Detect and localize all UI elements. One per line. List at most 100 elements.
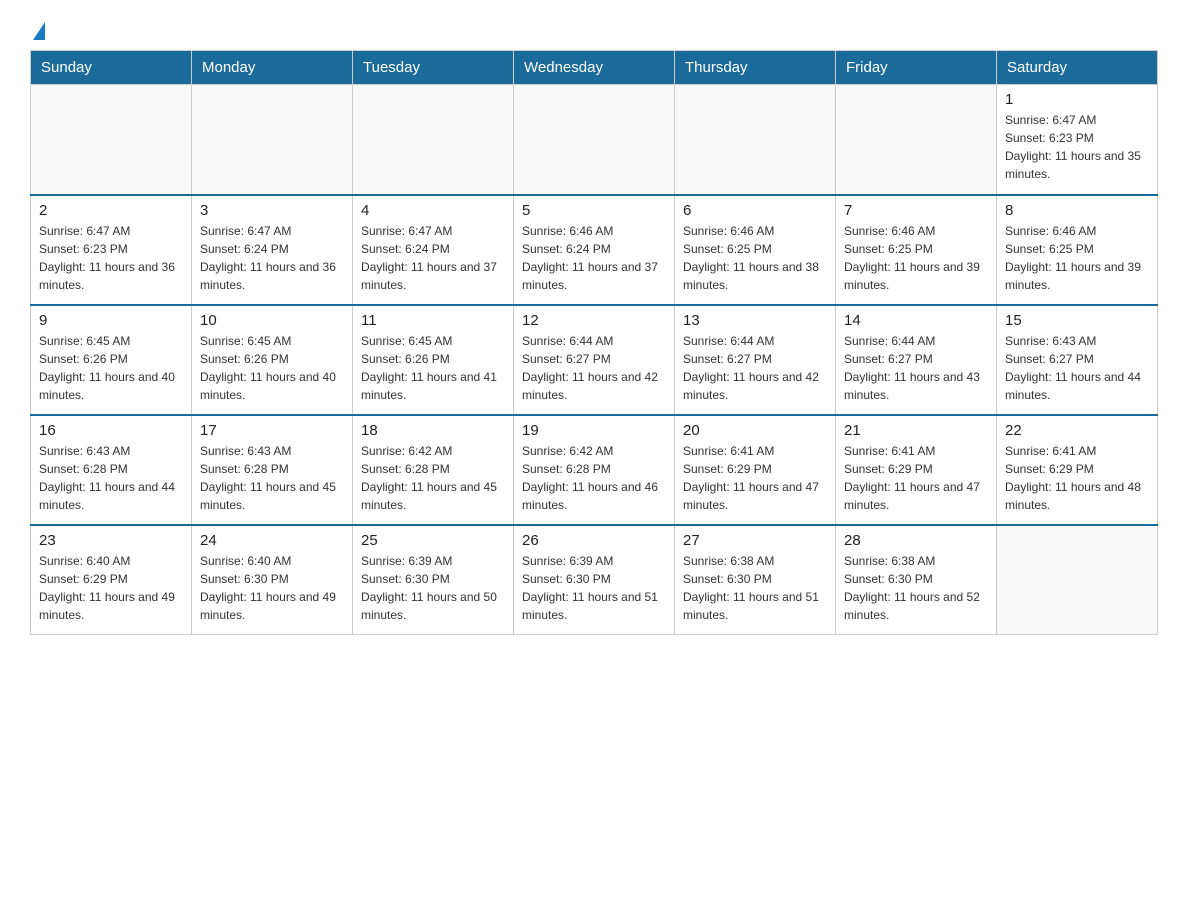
day-info: Sunrise: 6:44 AMSunset: 6:27 PMDaylight:… [522, 332, 666, 404]
calendar-cell: 24 Sunrise: 6:40 AMSunset: 6:30 PMDayligh… [192, 525, 353, 635]
calendar-cell: 12 Sunrise: 6:44 AMSunset: 6:27 PMDayligh… [514, 305, 675, 415]
day-number: 27 [683, 532, 827, 549]
day-info: Sunrise: 6:43 AMSunset: 6:28 PMDaylight:… [39, 442, 183, 514]
day-number: 8 [1005, 202, 1149, 219]
day-number: 23 [39, 532, 183, 549]
calendar-cell: 7 Sunrise: 6:46 AMSunset: 6:25 PMDaylight… [836, 195, 997, 305]
calendar-cell: 6 Sunrise: 6:46 AMSunset: 6:25 PMDaylight… [675, 195, 836, 305]
day-info: Sunrise: 6:42 AMSunset: 6:28 PMDaylight:… [361, 442, 505, 514]
weekday-header-row: SundayMondayTuesdayWednesdayThursdayFrid… [31, 51, 1158, 85]
day-number: 18 [361, 422, 505, 439]
day-info: Sunrise: 6:46 AMSunset: 6:25 PMDaylight:… [844, 222, 988, 294]
calendar-cell [31, 85, 192, 195]
calendar-cell: 23 Sunrise: 6:40 AMSunset: 6:29 PMDayligh… [31, 525, 192, 635]
day-number: 1 [1005, 91, 1149, 108]
calendar-cell: 19 Sunrise: 6:42 AMSunset: 6:28 PMDayligh… [514, 415, 675, 525]
day-number: 22 [1005, 422, 1149, 439]
day-info: Sunrise: 6:43 AMSunset: 6:28 PMDaylight:… [200, 442, 344, 514]
weekday-header-wednesday: Wednesday [514, 51, 675, 85]
weekday-header-monday: Monday [192, 51, 353, 85]
day-number: 24 [200, 532, 344, 549]
day-number: 19 [522, 422, 666, 439]
day-number: 5 [522, 202, 666, 219]
week-row-3: 9 Sunrise: 6:45 AMSunset: 6:26 PMDaylight… [31, 305, 1158, 415]
day-info: Sunrise: 6:47 AMSunset: 6:24 PMDaylight:… [200, 222, 344, 294]
calendar-cell: 16 Sunrise: 6:43 AMSunset: 6:28 PMDayligh… [31, 415, 192, 525]
week-row-2: 2 Sunrise: 6:47 AMSunset: 6:23 PMDaylight… [31, 195, 1158, 305]
week-row-5: 23 Sunrise: 6:40 AMSunset: 6:29 PMDayligh… [31, 525, 1158, 635]
calendar-cell: 22 Sunrise: 6:41 AMSunset: 6:29 PMDayligh… [997, 415, 1158, 525]
page-header [30, 20, 1158, 40]
calendar-cell [353, 85, 514, 195]
day-number: 7 [844, 202, 988, 219]
calendar-cell: 15Sunrise: 6:43 AMSunset: 6:27 PMDayligh… [997, 305, 1158, 415]
calendar-cell: 5 Sunrise: 6:46 AMSunset: 6:24 PMDaylight… [514, 195, 675, 305]
day-info: Sunrise: 6:46 AMSunset: 6:25 PMDaylight:… [1005, 222, 1149, 294]
calendar-cell: 27Sunrise: 6:38 AMSunset: 6:30 PMDayligh… [675, 525, 836, 635]
day-info: Sunrise: 6:39 AMSunset: 6:30 PMDaylight:… [522, 552, 666, 624]
day-info: Sunrise: 6:45 AMSunset: 6:26 PMDaylight:… [200, 332, 344, 404]
day-info: Sunrise: 6:45 AMSunset: 6:26 PMDaylight:… [39, 332, 183, 404]
day-number: 6 [683, 202, 827, 219]
calendar-cell: 26 Sunrise: 6:39 AMSunset: 6:30 PMDayligh… [514, 525, 675, 635]
weekday-header-saturday: Saturday [997, 51, 1158, 85]
calendar-cell: 9 Sunrise: 6:45 AMSunset: 6:26 PMDaylight… [31, 305, 192, 415]
calendar-cell: 13 Sunrise: 6:44 AMSunset: 6:27 PMDayligh… [675, 305, 836, 415]
calendar-cell: 25 Sunrise: 6:39 AMSunset: 6:30 PMDayligh… [353, 525, 514, 635]
day-info: Sunrise: 6:44 AMSunset: 6:27 PMDaylight:… [683, 332, 827, 404]
day-info: Sunrise: 6:46 AMSunset: 6:25 PMDaylight:… [683, 222, 827, 294]
day-info: Sunrise: 6:47 AMSunset: 6:23 PMDaylight:… [39, 222, 183, 294]
day-number: 12 [522, 312, 666, 329]
day-info: Sunrise: 6:39 AMSunset: 6:30 PMDaylight:… [361, 552, 505, 624]
day-number: 28 [844, 532, 988, 549]
calendar-cell [836, 85, 997, 195]
calendar-cell [514, 85, 675, 195]
day-number: 25 [361, 532, 505, 549]
day-number: 26 [522, 532, 666, 549]
calendar-cell [675, 85, 836, 195]
calendar-cell: 21Sunrise: 6:41 AMSunset: 6:29 PMDayligh… [836, 415, 997, 525]
week-row-4: 16 Sunrise: 6:43 AMSunset: 6:28 PMDayligh… [31, 415, 1158, 525]
logo [30, 20, 45, 40]
weekday-header-tuesday: Tuesday [353, 51, 514, 85]
day-number: 13 [683, 312, 827, 329]
day-info: Sunrise: 6:46 AMSunset: 6:24 PMDaylight:… [522, 222, 666, 294]
day-info: Sunrise: 6:41 AMSunset: 6:29 PMDaylight:… [844, 442, 988, 514]
day-info: Sunrise: 6:40 AMSunset: 6:29 PMDaylight:… [39, 552, 183, 624]
calendar-cell [997, 525, 1158, 635]
weekday-header-friday: Friday [836, 51, 997, 85]
calendar-cell: 11Sunrise: 6:45 AMSunset: 6:26 PMDayligh… [353, 305, 514, 415]
weekday-header-sunday: Sunday [31, 51, 192, 85]
day-number: 2 [39, 202, 183, 219]
calendar-cell [192, 85, 353, 195]
weekday-header-thursday: Thursday [675, 51, 836, 85]
day-number: 11 [361, 312, 505, 329]
calendar-cell: 18 Sunrise: 6:42 AMSunset: 6:28 PMDayligh… [353, 415, 514, 525]
day-number: 4 [361, 202, 505, 219]
logo-triangle-icon [33, 22, 45, 40]
calendar-cell: 10 Sunrise: 6:45 AMSunset: 6:26 PMDayligh… [192, 305, 353, 415]
day-number: 20 [683, 422, 827, 439]
calendar-cell: 14 Sunrise: 6:44 AMSunset: 6:27 PMDayligh… [836, 305, 997, 415]
calendar-table: SundayMondayTuesdayWednesdayThursdayFrid… [30, 50, 1158, 635]
day-info: Sunrise: 6:38 AMSunset: 6:30 PMDaylight:… [844, 552, 988, 624]
week-row-1: 1 Sunrise: 6:47 AMSunset: 6:23 PMDaylight… [31, 85, 1158, 195]
day-info: Sunrise: 6:40 AMSunset: 6:30 PMDaylight:… [200, 552, 344, 624]
calendar-cell: 3 Sunrise: 6:47 AMSunset: 6:24 PMDaylight… [192, 195, 353, 305]
day-number: 14 [844, 312, 988, 329]
day-info: Sunrise: 6:47 AMSunset: 6:23 PMDaylight:… [1005, 111, 1149, 183]
calendar-cell: 2 Sunrise: 6:47 AMSunset: 6:23 PMDaylight… [31, 195, 192, 305]
calendar-cell: 1 Sunrise: 6:47 AMSunset: 6:23 PMDaylight… [997, 85, 1158, 195]
day-number: 16 [39, 422, 183, 439]
day-info: Sunrise: 6:41 AMSunset: 6:29 PMDaylight:… [1005, 442, 1149, 514]
day-number: 10 [200, 312, 344, 329]
calendar-cell: 20Sunrise: 6:41 AMSunset: 6:29 PMDayligh… [675, 415, 836, 525]
day-number: 9 [39, 312, 183, 329]
calendar-cell: 8 Sunrise: 6:46 AMSunset: 6:25 PMDaylight… [997, 195, 1158, 305]
day-info: Sunrise: 6:43 AMSunset: 6:27 PMDaylight:… [1005, 332, 1149, 404]
day-number: 3 [200, 202, 344, 219]
day-info: Sunrise: 6:44 AMSunset: 6:27 PMDaylight:… [844, 332, 988, 404]
day-info: Sunrise: 6:47 AMSunset: 6:24 PMDaylight:… [361, 222, 505, 294]
day-info: Sunrise: 6:42 AMSunset: 6:28 PMDaylight:… [522, 442, 666, 514]
calendar-cell: 4 Sunrise: 6:47 AMSunset: 6:24 PMDaylight… [353, 195, 514, 305]
